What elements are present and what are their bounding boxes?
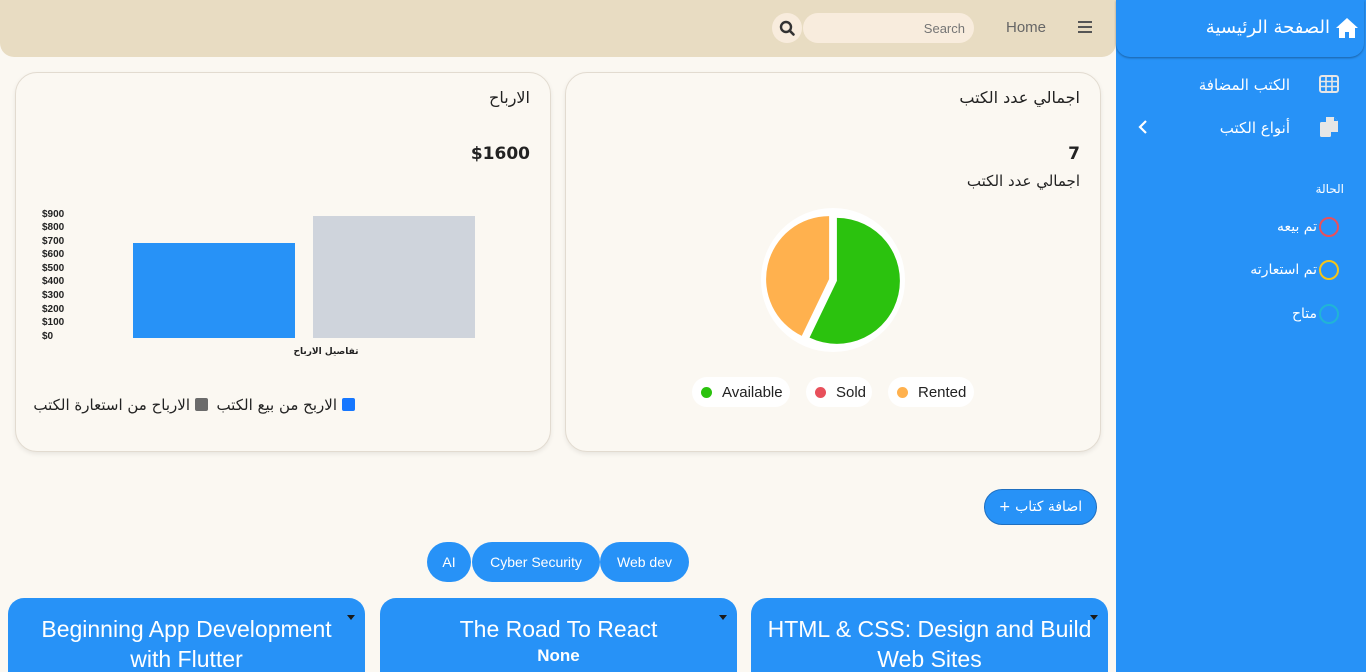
- legend-item-sold[interactable]: Sold: [806, 377, 872, 407]
- legend-item-available[interactable]: Available: [692, 377, 790, 407]
- legend-dot: [701, 387, 712, 398]
- copy-icon: [1320, 117, 1338, 137]
- hamburger-icon[interactable]: [1074, 18, 1096, 38]
- add-book-button[interactable]: + اضافة كتاب: [984, 489, 1097, 525]
- legend-swatch: [342, 398, 355, 411]
- book-title: Beginning App Development with Flutter: [41, 616, 332, 672]
- y-tick-label: $600: [42, 249, 65, 260]
- book-title: The Road To React: [459, 616, 658, 642]
- chevron-left-icon: [1138, 120, 1147, 134]
- legend-label: Sold: [836, 384, 867, 401]
- status-section-heading: الحالة: [1315, 182, 1344, 196]
- y-tick-label: $400: [42, 276, 65, 287]
- home-link[interactable]: Home: [1006, 19, 1046, 36]
- bar-sales-profit: [133, 243, 295, 338]
- home-icon: [1336, 18, 1358, 38]
- sidebar: الصفحة الرئيسية الكتب المضافة أنواع الكت…: [1116, 0, 1366, 672]
- grid-icon: [1319, 75, 1339, 93]
- y-tick-label: $0: [42, 331, 54, 342]
- card-title: الارباح: [489, 88, 530, 107]
- search-icon: [779, 20, 795, 36]
- y-tick-label: $100: [42, 317, 65, 328]
- y-tick-label: $500: [42, 263, 65, 274]
- profits-total: $1600: [470, 144, 530, 164]
- legend-swatch: [195, 398, 208, 411]
- total-books-card: اجمالي عدد الكتب 7 اجمالي عدد الكتب Avai…: [565, 72, 1101, 452]
- legend-label: Rented: [918, 384, 967, 401]
- filter-cyber-security[interactable]: Cyber Security: [472, 542, 600, 582]
- status-ring-icon: [1319, 260, 1339, 280]
- status-ring-icon: [1319, 217, 1339, 237]
- y-tick-label: $900: [42, 209, 65, 220]
- legend-dot: [897, 387, 908, 398]
- filter-ai[interactable]: AI: [427, 542, 471, 582]
- total-books-count: 7: [1068, 144, 1080, 164]
- card-title: اجمالي عدد الكتب: [959, 88, 1080, 107]
- legend-label: الاربح من بيع الكتب: [216, 396, 337, 414]
- search-button[interactable]: [772, 13, 802, 43]
- top-navbar: Home: [0, 0, 1116, 57]
- filter-web-dev[interactable]: Web dev: [600, 542, 689, 582]
- legend-item-rented[interactable]: Rented: [888, 377, 974, 407]
- profits-card: الارباح $1600 $900 $800 $700 $600 $500 $…: [15, 72, 551, 452]
- book-card[interactable]: Beginning App Development with Flutter: [8, 598, 365, 672]
- status-label: متاح: [1291, 306, 1317, 322]
- book-subtitle: None: [537, 646, 580, 665]
- status-label: تم استعارته: [1250, 262, 1317, 278]
- search-input[interactable]: [803, 13, 974, 43]
- y-tick-label: $700: [42, 236, 65, 247]
- book-card[interactable]: HTML & CSS: Design and Build Web Sites: [751, 598, 1108, 672]
- y-tick-label: $300: [42, 290, 65, 301]
- books-pie-chart: [761, 208, 905, 352]
- y-tick-label: $800: [42, 222, 65, 233]
- y-tick-label: $200: [42, 304, 65, 315]
- card-subtitle: اجمالي عدد الكتب: [966, 172, 1080, 190]
- bar-rent-profit: [313, 216, 475, 338]
- sidebar-item-label: الكتب المضافة: [1198, 76, 1290, 94]
- sidebar-item-label: أنواع الكتب: [1219, 119, 1290, 137]
- legend-label: Available: [722, 384, 783, 401]
- status-ring-icon: [1319, 304, 1339, 324]
- legend-dot: [815, 387, 826, 398]
- sidebar-header[interactable]: الصفحة الرئيسية: [1116, 0, 1364, 57]
- legend-label: الارباح من استعارة الكتب: [33, 396, 190, 414]
- x-axis-label: تفاصيل الارباح: [293, 347, 359, 357]
- sidebar-title: الصفحة الرئيسية: [1205, 17, 1330, 38]
- book-card[interactable]: The Road To React None: [380, 598, 737, 672]
- book-title: HTML & CSS: Design and Build Web Sites: [767, 616, 1092, 672]
- status-label: تم بيعه: [1276, 219, 1317, 235]
